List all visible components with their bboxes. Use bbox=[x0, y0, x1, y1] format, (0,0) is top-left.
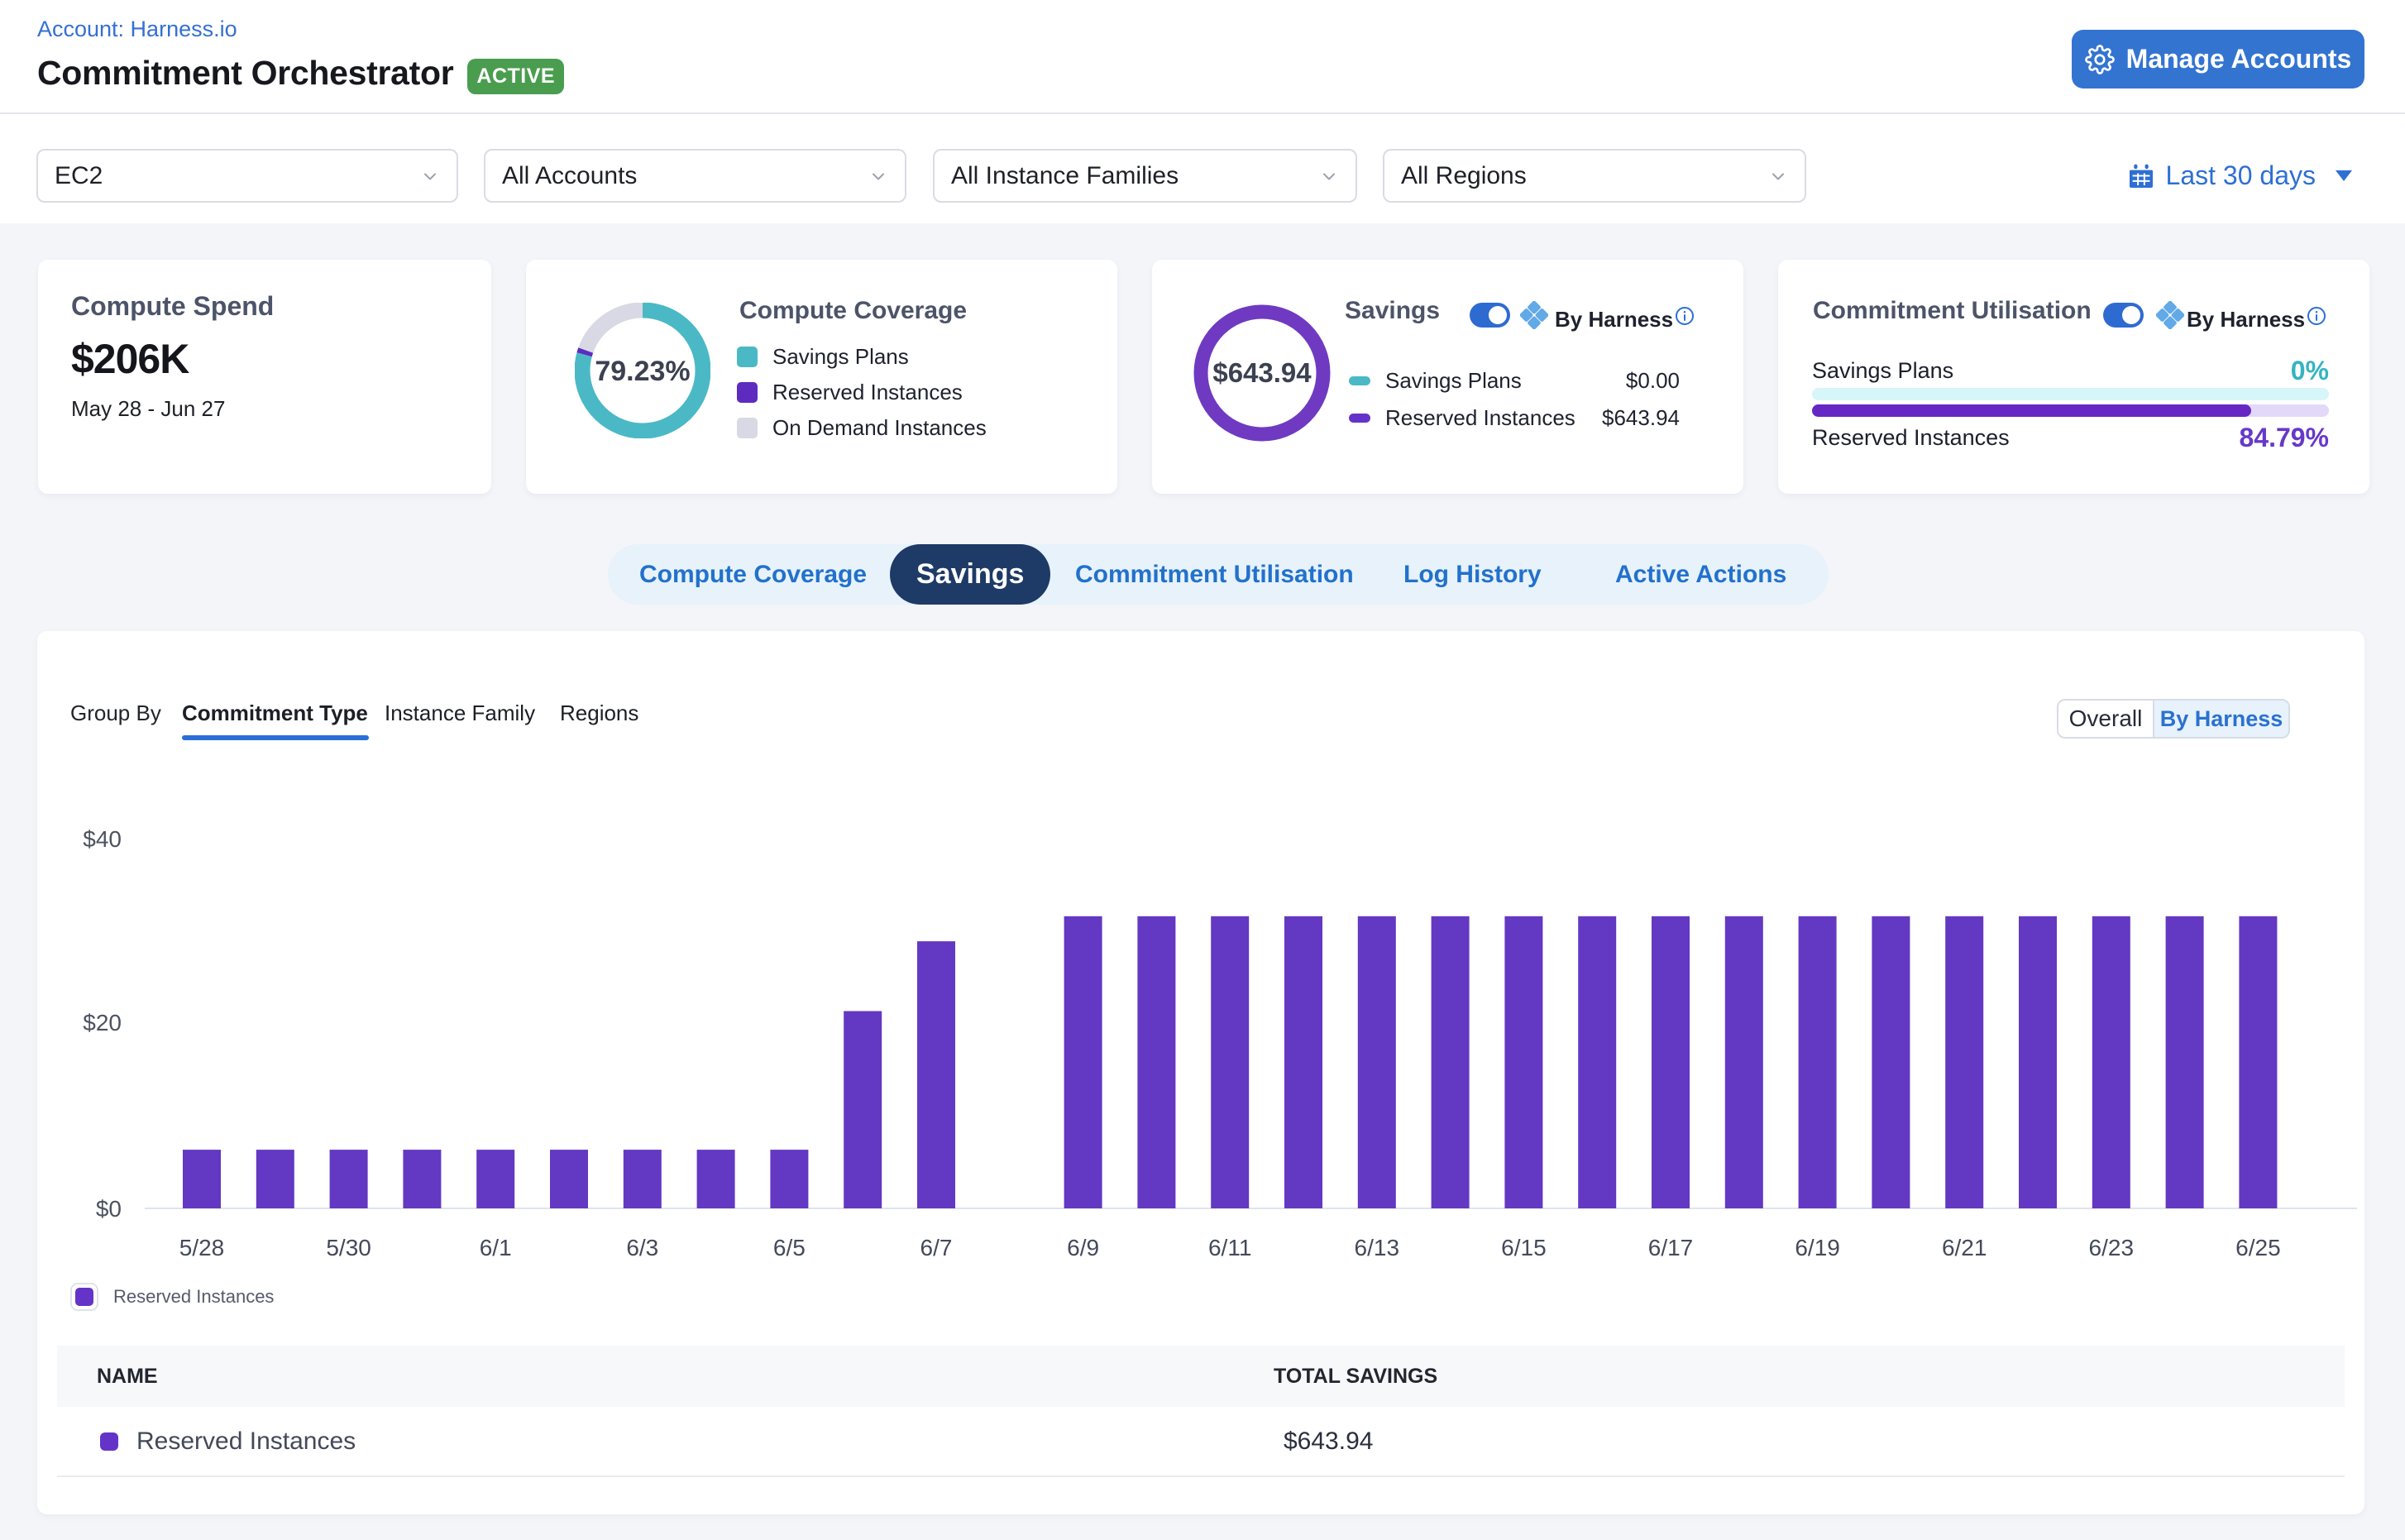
svg-text:6/19: 6/19 bbox=[1795, 1235, 1840, 1260]
svg-text:$643.94: $643.94 bbox=[1212, 357, 1312, 388]
svg-text:6/11: 6/11 bbox=[1208, 1235, 1251, 1260]
svg-text:6/7: 6/7 bbox=[920, 1235, 953, 1260]
svg-text:$0: $0 bbox=[96, 1196, 122, 1222]
svg-text:6/21: 6/21 bbox=[1942, 1235, 1987, 1260]
svg-text:6/5: 6/5 bbox=[773, 1235, 806, 1260]
svg-text:6/25: 6/25 bbox=[2235, 1235, 2281, 1260]
svg-text:6/3: 6/3 bbox=[626, 1235, 658, 1260]
svg-text:$40: $40 bbox=[83, 826, 122, 852]
svg-text:6/9: 6/9 bbox=[1067, 1235, 1099, 1260]
svg-text:6/15: 6/15 bbox=[1501, 1235, 1547, 1260]
svg-text:$20: $20 bbox=[83, 1010, 122, 1035]
svg-text:6/13: 6/13 bbox=[1355, 1235, 1400, 1260]
svg-text:5/28: 5/28 bbox=[179, 1235, 225, 1260]
svg-text:6/1: 6/1 bbox=[480, 1235, 512, 1260]
svg-text:5/30: 5/30 bbox=[326, 1235, 371, 1260]
svg-text:6/23: 6/23 bbox=[2089, 1235, 2135, 1260]
svg-text:6/17: 6/17 bbox=[1648, 1235, 1694, 1260]
svg-text:79.23%: 79.23% bbox=[595, 356, 690, 387]
